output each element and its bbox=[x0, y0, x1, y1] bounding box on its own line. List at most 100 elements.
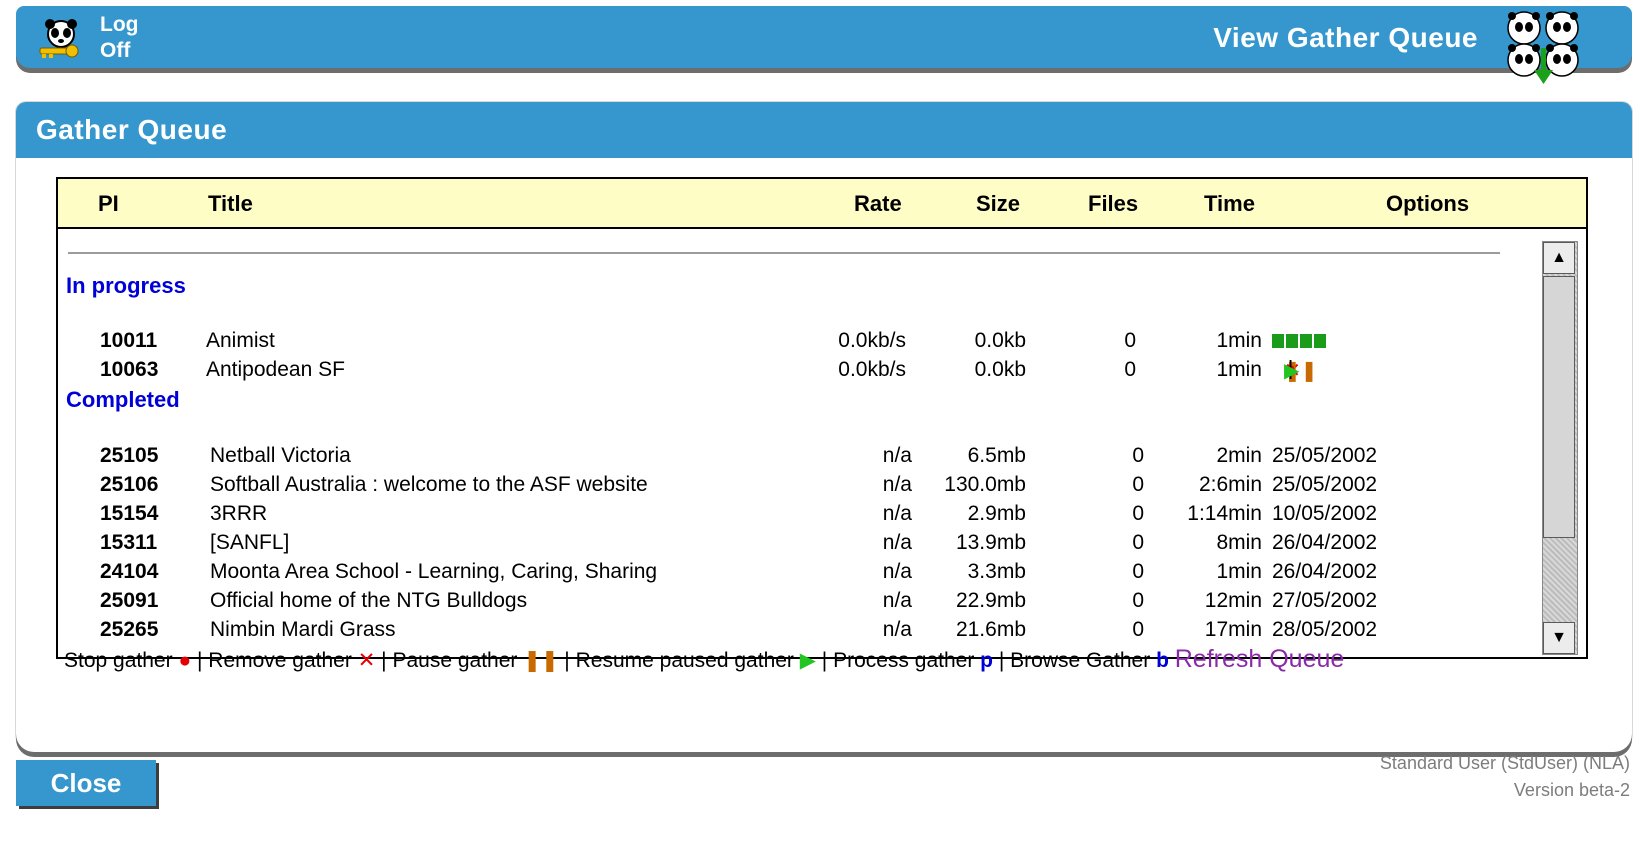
row-rate: n/a bbox=[882, 502, 912, 525]
table-row: 25091 Official home of the NTG Bulldogs … bbox=[58, 589, 1498, 617]
scroll-up-arrow-icon[interactable]: ▲ bbox=[1543, 242, 1575, 274]
row-size: 2.9mb bbox=[967, 502, 1026, 525]
queue-table: PI Title Rate Size Files Time Options In… bbox=[56, 177, 1588, 659]
legend-separator: | bbox=[381, 649, 387, 672]
header-pi: PI bbox=[98, 191, 119, 216]
row-title: Animist bbox=[206, 329, 275, 352]
row-time: 1min bbox=[1216, 329, 1262, 352]
row-pi: 25091 bbox=[100, 589, 159, 612]
row-size: 22.9mb bbox=[955, 589, 1026, 612]
row-date: 27/05/2002 bbox=[1272, 589, 1378, 612]
row-pi: 10011 bbox=[100, 329, 158, 352]
row-size: 13.9mb bbox=[955, 531, 1026, 554]
row-pi: 10063 bbox=[100, 358, 159, 381]
row-pi: 15154 bbox=[100, 502, 159, 525]
row-title: Antipodean SF bbox=[206, 358, 345, 381]
version-label: Version beta-2 bbox=[1513, 780, 1630, 800]
row-date: 10/05/2002 bbox=[1272, 502, 1378, 525]
legend-separator: | bbox=[821, 649, 828, 672]
gather-queue-panel: Gather Queue PI Title Rate Size Files Ti… bbox=[16, 102, 1632, 752]
table-row: 24104 Moonta Area School - Learning, Car… bbox=[58, 560, 1498, 588]
legend-separator: | bbox=[196, 649, 203, 672]
row-rate: n/a bbox=[882, 618, 912, 641]
row-size: 0.0kb bbox=[974, 329, 1026, 352]
row-date: 25/05/2002 bbox=[1272, 444, 1378, 467]
resume-gather-icon[interactable]: ▶ bbox=[1284, 358, 1299, 383]
progress-squares-icon bbox=[1272, 329, 1328, 353]
row-time: 2:6min bbox=[1198, 473, 1262, 496]
pause-gather-icon: ❚❚ bbox=[523, 649, 559, 672]
row-title: Official home of the NTG Bulldogs bbox=[210, 589, 528, 612]
row-rate: n/a bbox=[882, 589, 912, 612]
legend-stop-label: Stop gather bbox=[64, 649, 173, 672]
table-row: 10011 Animist 0.0kb/s 0.0kb 0 1min bbox=[58, 329, 1498, 357]
row-pi: 24104 bbox=[100, 560, 159, 583]
legend-separator: | bbox=[564, 649, 570, 672]
row-files: 0 bbox=[1132, 531, 1144, 554]
options-legend: Stop gather ● | Remove gather ✕ | Pause … bbox=[64, 645, 1344, 674]
row-size: 130.0mb bbox=[944, 473, 1026, 496]
header-options: Options bbox=[1386, 191, 1470, 216]
completed-heading: Completed bbox=[66, 387, 180, 412]
vertical-scrollbar[interactable]: ▲ ▼ bbox=[1542, 241, 1578, 655]
row-title: Softball Australia : welcome to the ASF … bbox=[210, 473, 648, 496]
legend-process-label: Process gather bbox=[833, 649, 975, 672]
row-rate: n/a bbox=[882, 473, 912, 496]
panda-group-logo-icon bbox=[1507, 11, 1579, 84]
row-pi: 25265 bbox=[100, 618, 159, 641]
row-date: 28/05/2002 bbox=[1272, 618, 1378, 641]
panel-header: Gather Queue bbox=[16, 102, 1632, 158]
logoff-line-1: Log bbox=[100, 13, 139, 36]
row-files: 0 bbox=[1124, 358, 1136, 381]
table-row: 25105 Netball Victoria n/a 6.5mb 0 2min … bbox=[58, 444, 1498, 472]
row-files: 0 bbox=[1132, 618, 1144, 641]
row-files: 0 bbox=[1132, 502, 1144, 525]
legend-resume-label: Resume paused gather bbox=[575, 649, 794, 672]
row-rate: n/a bbox=[882, 531, 912, 554]
row-rate: 0.0kb/s bbox=[838, 329, 906, 352]
row-pi: 25106 bbox=[100, 473, 159, 496]
legend-browse-label: Browse Gather bbox=[1010, 649, 1151, 672]
queue-table-header: PI Title Rate Size Files Time Options bbox=[58, 179, 1586, 229]
scroll-down-arrow-icon[interactable]: ▼ bbox=[1543, 622, 1575, 654]
row-files: 0 bbox=[1132, 589, 1144, 612]
row-files: 0 bbox=[1132, 473, 1144, 496]
browse-gather-key: b bbox=[1156, 649, 1169, 672]
stop-gather-icon: ● bbox=[178, 649, 192, 672]
in-progress-heading: In progress bbox=[66, 273, 186, 298]
row-size: 6.5mb bbox=[967, 444, 1026, 467]
row-time: 17min bbox=[1204, 618, 1262, 641]
header-time: Time bbox=[1204, 191, 1255, 216]
page-title: View Gather Queue bbox=[1213, 22, 1478, 53]
table-row: 25265 Nimbin Mardi Grass n/a 21.6mb 0 17… bbox=[58, 618, 1498, 646]
row-files: 0 bbox=[1132, 560, 1144, 583]
close-button[interactable]: Close bbox=[16, 760, 156, 806]
header-files: Files bbox=[1088, 191, 1139, 216]
top-banner: Log Off View Gather Queue bbox=[16, 6, 1632, 84]
row-files: 0 bbox=[1124, 329, 1136, 352]
row-size: 3.3mb bbox=[967, 560, 1026, 583]
refresh-queue-link[interactable]: Refresh Queue bbox=[1175, 645, 1345, 673]
process-gather-key: p bbox=[980, 649, 993, 672]
row-size: 21.6mb bbox=[955, 618, 1026, 641]
row-time: 12min bbox=[1204, 589, 1262, 612]
legend-separator: | bbox=[998, 649, 1005, 672]
logoff-line-2: Off bbox=[100, 39, 131, 62]
row-date: 26/04/2002 bbox=[1272, 560, 1378, 583]
row-title: Netball Victoria bbox=[210, 444, 351, 467]
logoff-link[interactable]: Log Off bbox=[100, 12, 138, 64]
row-pi: 15311 bbox=[100, 531, 158, 554]
legend-pause-label: Pause gather bbox=[392, 649, 518, 672]
header-size: Size bbox=[976, 191, 1021, 216]
row-rate: n/a bbox=[882, 444, 912, 467]
panda-key-logoff-icon[interactable] bbox=[38, 16, 84, 60]
row-title: Moonta Area School - Learning, Caring, S… bbox=[210, 560, 658, 583]
row-files: 0 bbox=[1132, 444, 1144, 467]
queue-scroll-area[interactable]: In progress 10011 Animist 0.0kb/s 0.0kb … bbox=[58, 229, 1586, 657]
row-title: 3RRR bbox=[210, 502, 268, 525]
row-time: 8min bbox=[1216, 531, 1262, 554]
header-rate: Rate bbox=[854, 191, 902, 216]
row-title: Nimbin Mardi Grass bbox=[210, 618, 396, 641]
panel-title: Gather Queue bbox=[36, 114, 228, 145]
scrollbar-thumb[interactable] bbox=[1543, 276, 1575, 538]
